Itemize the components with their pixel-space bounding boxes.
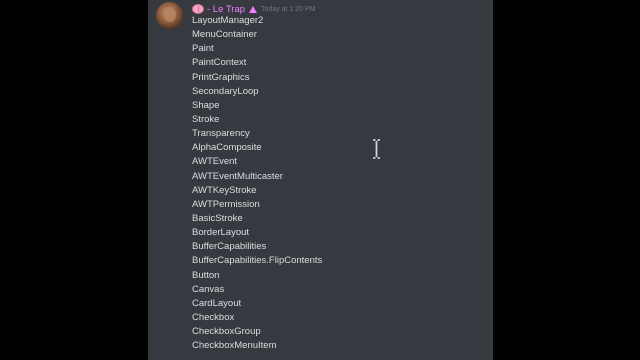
message-line: BufferCapabilities <box>192 241 267 253</box>
message-line: Canvas <box>192 283 225 295</box>
message-line: MenuContainer <box>192 29 257 41</box>
message-content: LayoutManager2 MenuContainer Paint Paint… <box>192 14 322 353</box>
message-line: AlphaComposite <box>192 142 262 154</box>
triangle-icon <box>249 5 258 13</box>
message-line: Shape <box>192 99 220 111</box>
message-line: AWTEvent <box>192 156 238 168</box>
message-line: BasicStroke <box>192 212 243 224</box>
username[interactable]: - Le Trap <box>207 4 245 15</box>
message-line: Stroke <box>192 113 220 125</box>
brain-emoji-icon <box>192 4 204 14</box>
message-line: PrintGraphics <box>192 71 250 83</box>
message-line: BorderLayout <box>192 227 250 239</box>
message-line: Paint <box>192 43 214 55</box>
message-line: Transparency <box>192 128 250 140</box>
message-line: CheckboxGroup <box>192 326 261 338</box>
message-line: Button <box>192 269 220 281</box>
message-line: BufferCapabilities.FlipContents <box>192 255 323 267</box>
message-line: CheckboxMenuItem <box>192 340 277 352</box>
message-line: Checkbox <box>192 311 235 323</box>
message-line: AWTPermission <box>192 198 260 210</box>
message-line: PaintContext <box>192 57 247 69</box>
chat-message-panel: - Le Trap Today at 1:20 PM LayoutManager… <box>148 0 493 360</box>
message-line: SecondaryLoop <box>192 85 259 97</box>
message-timestamp: Today at 1:20 PM <box>261 5 316 13</box>
text-cursor-icon <box>373 139 380 159</box>
avatar-face <box>164 7 176 22</box>
message-line: LayoutManager2 <box>192 15 264 26</box>
video-frame: - Le Trap Today at 1:20 PM LayoutManager… <box>0 0 640 360</box>
user-avatar[interactable] <box>156 2 183 29</box>
message-line: AWTKeyStroke <box>192 184 257 196</box>
message-line: AWTEventMulticaster <box>192 170 283 182</box>
message-line: CardLayout <box>192 297 242 309</box>
